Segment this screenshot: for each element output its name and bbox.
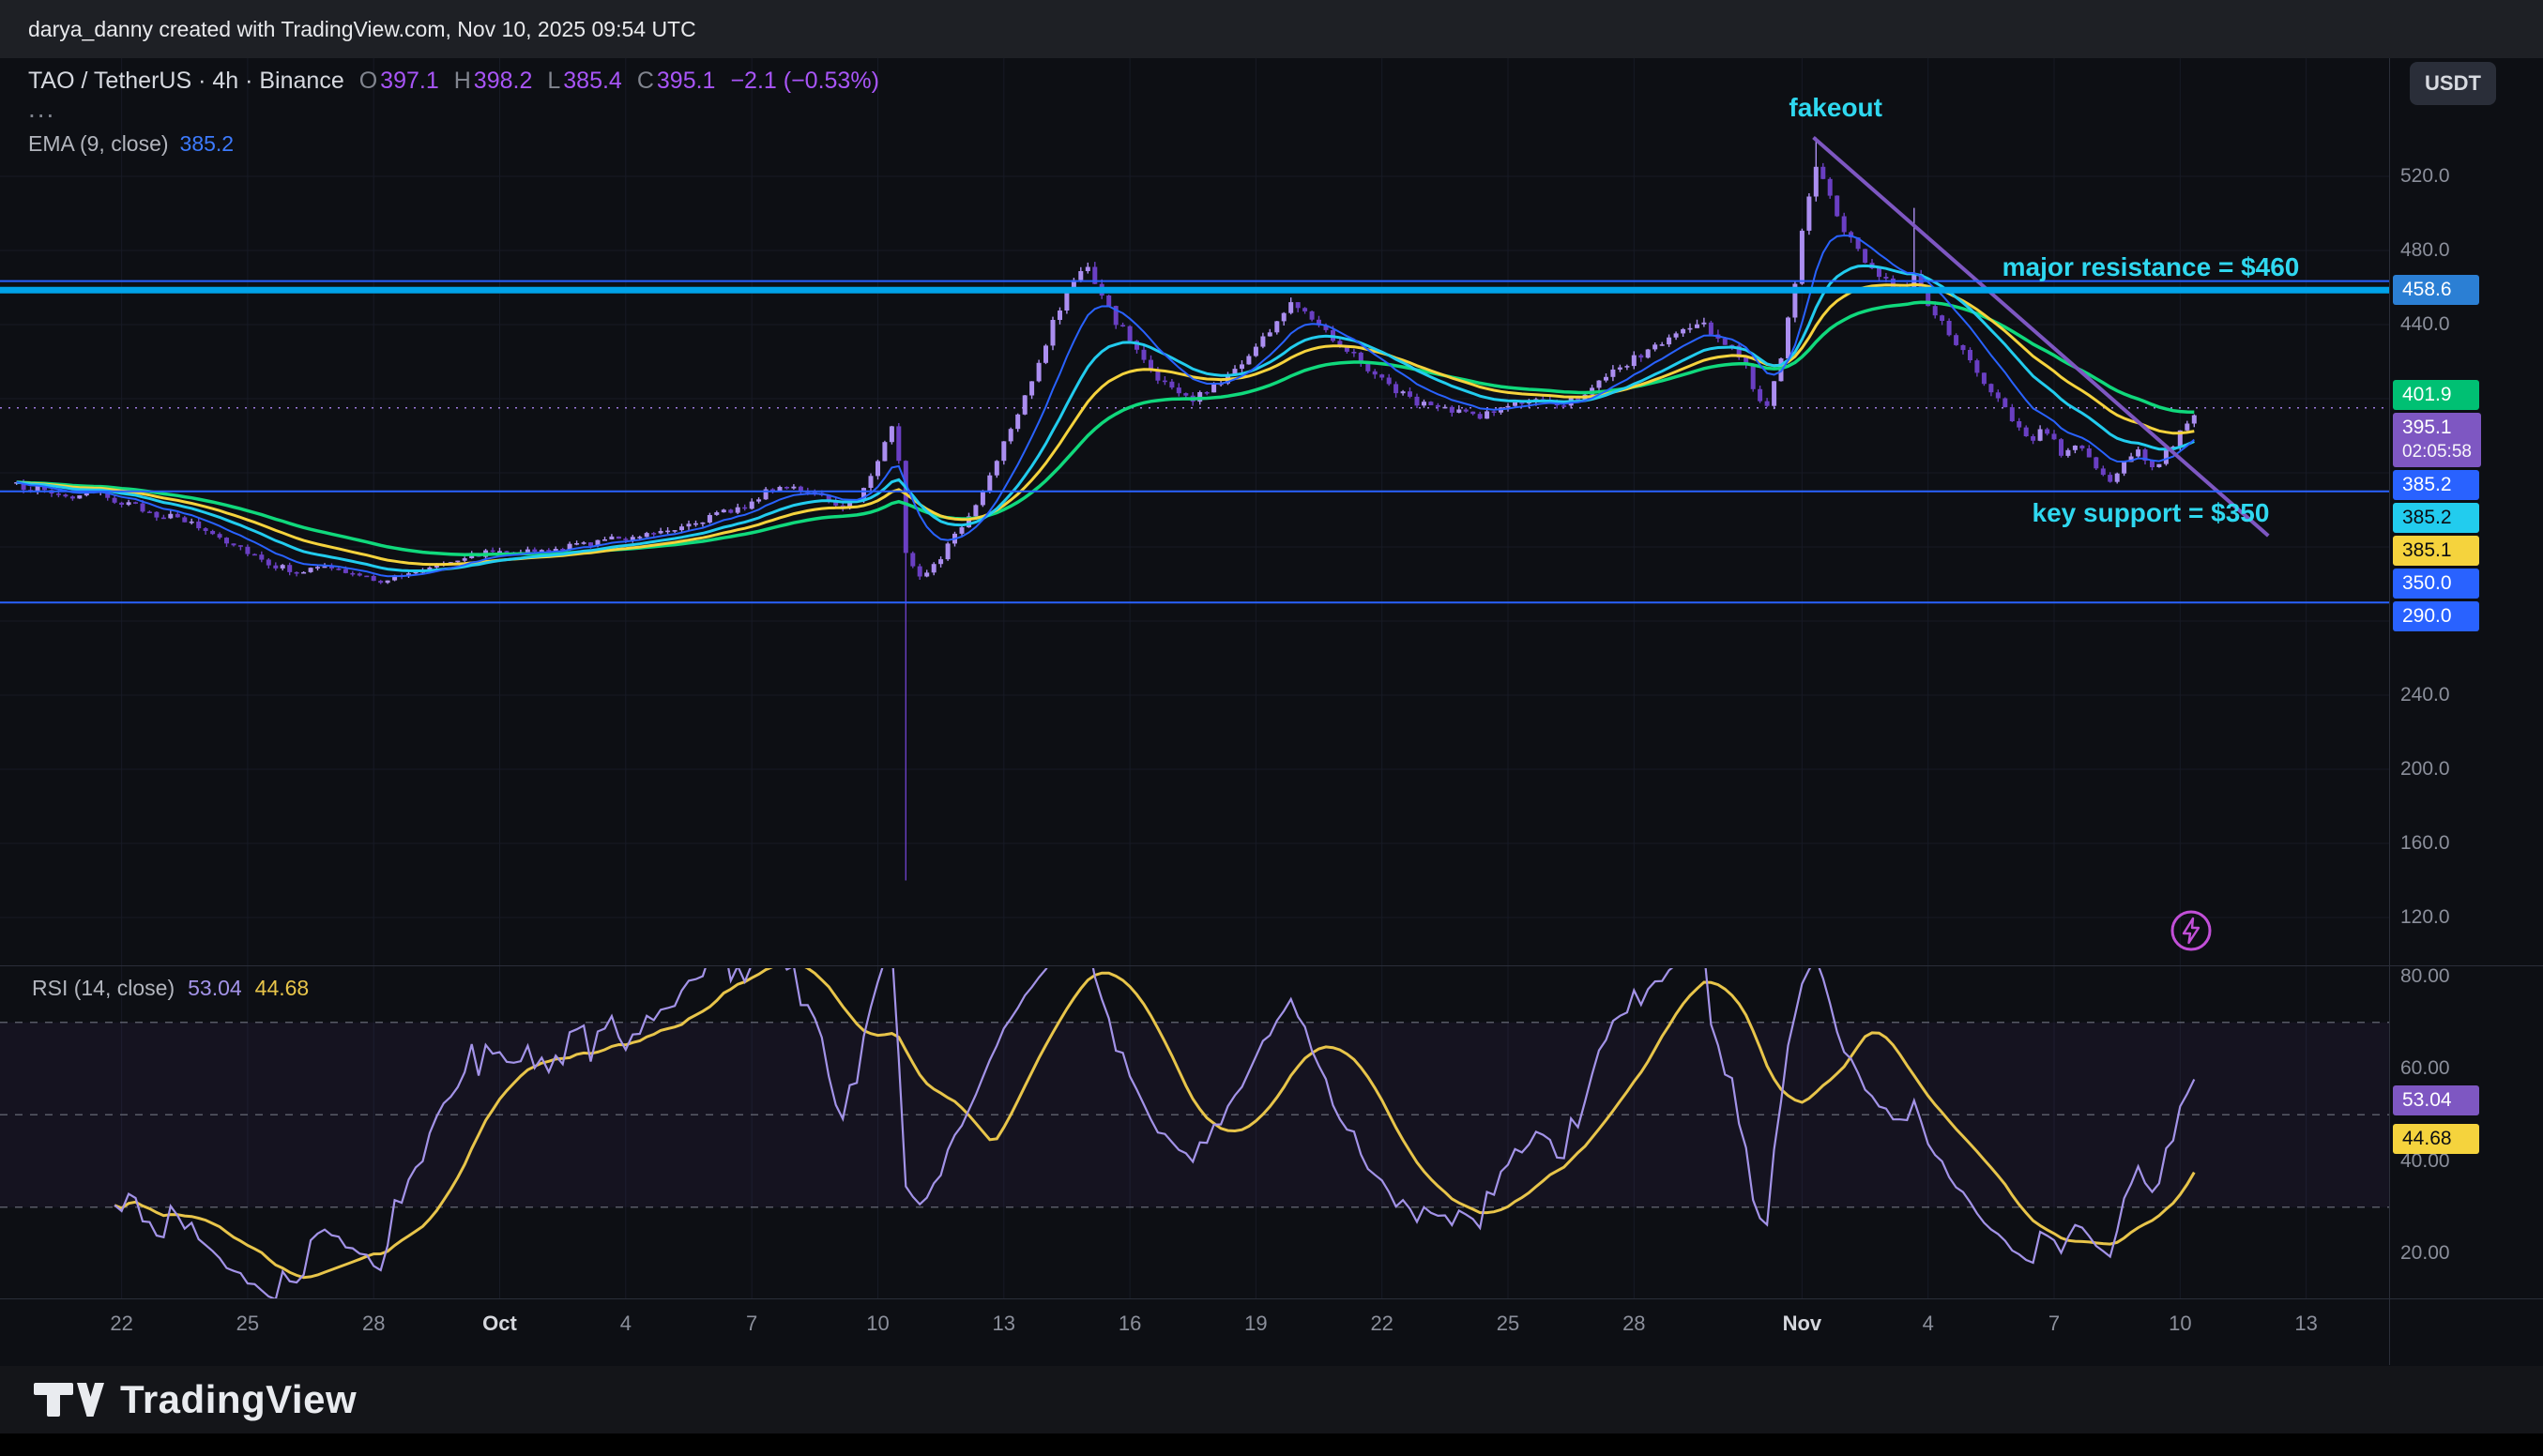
bottom-strip <box>0 1433 2543 1456</box>
tradingview-wordmark[interactable]: TradingView <box>120 1377 357 1422</box>
open-label: O <box>359 68 377 95</box>
boost-button[interactable] <box>2167 906 2216 955</box>
ema-label: EMA (9, close) <box>28 131 169 157</box>
time-axis-label: Nov <box>1783 1312 1822 1336</box>
price-axis-label: 120.0 <box>2400 906 2450 929</box>
candle-countdown: 02:05:58 <box>2402 440 2472 464</box>
time-axis-label: 7 <box>746 1312 757 1336</box>
rsi-axis-label: 20.00 <box>2400 1242 2450 1265</box>
rsi-badge: 53.04 <box>2393 1085 2479 1115</box>
pane-separator[interactable] <box>0 965 2543 966</box>
rsi-axis-label: 60.00 <box>2400 1057 2450 1080</box>
low-label: L <box>547 68 560 95</box>
chart-canvas[interactable] <box>0 0 2543 1456</box>
price-badge: 385.2 <box>2393 503 2479 533</box>
annotation-resistance[interactable]: major resistance = $460 <box>2002 252 2300 282</box>
rsi-label: RSI (14, close) <box>32 976 175 1001</box>
price-badge: 401.9 <box>2393 380 2479 410</box>
attribution-bar: darya_danny created with TradingView.com… <box>0 0 2543 58</box>
time-axis-label: 25 <box>236 1312 259 1336</box>
price-badge: 385.1 <box>2393 536 2479 566</box>
high-value: 398.2 <box>474 68 533 95</box>
time-axis-label: 25 <box>1497 1312 1519 1336</box>
attribution-text: darya_danny created with TradingView.com… <box>28 17 696 42</box>
annotation-support[interactable]: key support = $350 <box>2033 498 2270 528</box>
close-value: 395.1 <box>657 68 716 95</box>
price-axis-label: 200.0 <box>2400 758 2450 781</box>
change-value: −2.1 (−0.53%) <box>730 68 878 95</box>
rsi-axis-label: 80.00 <box>2400 965 2450 988</box>
ema-value: 385.2 <box>180 131 235 157</box>
price-axis-label: 440.0 <box>2400 313 2450 336</box>
symbol-title: TAO / TetherUS · 4h · Binance <box>28 68 344 95</box>
time-axis-label: 22 <box>110 1312 132 1336</box>
last-price-badge: 395.102:05:58 <box>2393 413 2481 467</box>
time-axis-label: 13 <box>2294 1312 2317 1336</box>
ema-legend[interactable]: EMA (9, close) 385.2 <box>28 131 234 157</box>
open-value: 397.1 <box>380 68 439 95</box>
time-axis-label: 10 <box>866 1312 889 1336</box>
time-axis-label: 19 <box>1244 1312 1267 1336</box>
rsi-badge: 44.68 <box>2393 1124 2479 1154</box>
price-axis-label: 480.0 <box>2400 239 2450 262</box>
price-badge: 385.2 <box>2393 470 2479 500</box>
low-value: 385.4 <box>563 68 622 95</box>
tradingview-logo-bar: TradingView <box>0 1366 2543 1433</box>
rsi-legend[interactable]: RSI (14, close) 53.04 44.68 <box>32 976 309 1001</box>
time-axis-label: 4 <box>1923 1312 1934 1336</box>
tradingview-logo-icon <box>32 1373 105 1426</box>
time-axis-label: 28 <box>362 1312 385 1336</box>
time-axis-label: 28 <box>1622 1312 1645 1336</box>
time-axis-label: 22 <box>1370 1312 1393 1336</box>
time-axis-separator <box>0 1298 2543 1299</box>
close-label: C <box>637 68 654 95</box>
price-axis-border <box>2389 58 2390 1365</box>
price-badge: 290.0 <box>2393 601 2479 631</box>
tradingview-chart-screenshot: darya_danny created with TradingView.com… <box>0 0 2543 1456</box>
price-axis-label: 160.0 <box>2400 832 2450 855</box>
time-axis-label: 10 <box>2169 1312 2191 1336</box>
currency-toggle-button[interactable]: USDT <box>2410 62 2496 105</box>
annotation-fakeout[interactable]: fakeout <box>1789 93 1882 123</box>
high-label: H <box>454 68 471 95</box>
time-axis-label: 16 <box>1119 1312 1141 1336</box>
price-axis-label: 240.0 <box>2400 684 2450 706</box>
price-badge: 458.6 <box>2393 275 2479 305</box>
lightning-icon <box>2167 906 2216 955</box>
time-axis-label: 7 <box>2048 1312 2060 1336</box>
collapsed-indicator-legend[interactable]: ... <box>28 94 55 124</box>
rsi-ma-value: 44.68 <box>255 976 310 1001</box>
time-axis-label: 13 <box>993 1312 1015 1336</box>
rsi-value: 53.04 <box>188 976 242 1001</box>
time-axis-label: Oct <box>482 1312 517 1336</box>
price-badge: 350.0 <box>2393 569 2479 599</box>
symbol-legend[interactable]: TAO / TetherUS · 4h · Binance O397.1 H39… <box>28 68 879 95</box>
time-axis-label: 4 <box>620 1312 632 1336</box>
price-axis-label: 520.0 <box>2400 165 2450 188</box>
